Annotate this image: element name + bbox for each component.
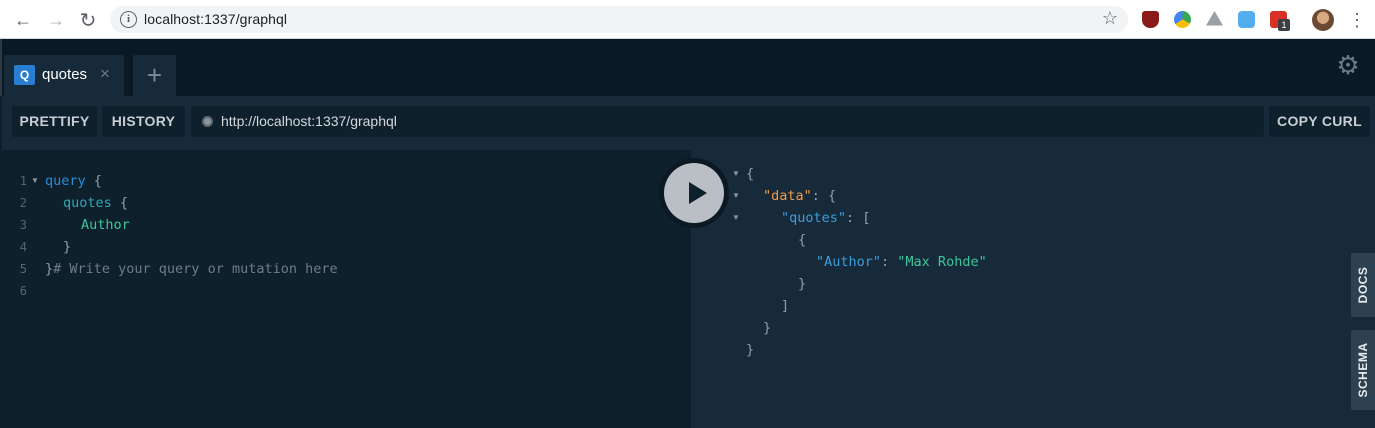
brace: : [ — [846, 210, 871, 226]
json-key: "quotes" — [781, 210, 847, 226]
separator: : — [881, 254, 898, 270]
badge-count: 1 — [1278, 19, 1290, 31]
copy-curl-button[interactable]: COPY CURL — [1269, 106, 1370, 137]
endpoint-url[interactable]: http://localhost:1337/graphql — [221, 113, 397, 129]
fold-arrow-icon[interactable]: ▼ — [732, 163, 740, 185]
docs-label: DOCS — [1356, 266, 1370, 304]
prettify-button[interactable]: PRETTIFY — [12, 106, 97, 137]
fold-arrow-icon[interactable]: ▼ — [732, 207, 740, 229]
result-line: } — [798, 273, 806, 295]
code-line-5: }# Write your query or mutation here — [45, 258, 338, 280]
brace: : { — [811, 188, 837, 204]
line-number: 6 — [19, 284, 27, 298]
result-line: "Author": "Max Rohde" — [816, 251, 987, 273]
schema-label: SCHEMA — [1356, 342, 1370, 398]
brace: { — [798, 232, 807, 248]
execute-query-button[interactable] — [659, 158, 729, 228]
json-key: "Author" — [816, 254, 882, 270]
code-line-4: } — [63, 236, 71, 258]
brace: { — [85, 173, 102, 189]
gear-icon[interactable]: ⚙ — [1336, 52, 1360, 78]
profile-avatar[interactable] — [1312, 9, 1334, 31]
brace: { — [746, 166, 755, 182]
field-name: quotes — [63, 195, 112, 211]
brace: } — [763, 320, 772, 336]
comment: # Write your query or mutation here — [53, 261, 338, 277]
close-icon[interactable]: × — [100, 64, 110, 84]
result-line: "quotes": [ — [781, 207, 870, 229]
docs-tab[interactable]: DOCS — [1351, 253, 1375, 317]
brace: } — [798, 276, 807, 292]
sync-icon[interactable] — [1174, 11, 1191, 28]
tab-label: quotes — [42, 66, 88, 83]
reload-icon[interactable]: ↻ — [76, 8, 100, 32]
editor-toolbar: PRETTIFY HISTORY http://localhost:1337/g… — [2, 96, 1375, 150]
tab-quotes[interactable]: Q quotes × — [4, 55, 124, 96]
brace: } — [45, 261, 54, 277]
query-badge-icon: Q — [14, 65, 35, 85]
address-bar[interactable]: i localhost:1337/graphql ☆ — [110, 6, 1128, 33]
schema-tab[interactable]: SCHEMA — [1351, 330, 1375, 410]
line-number: 3 — [19, 218, 27, 232]
result-line: ] — [781, 295, 789, 317]
status-dot-icon — [202, 116, 213, 127]
endpoint-input[interactable]: http://localhost:1337/graphql — [191, 106, 1264, 137]
result-line: { — [746, 163, 754, 185]
code-line-1: query { — [45, 170, 102, 192]
code-line-3: Author — [81, 214, 130, 236]
json-key: "data" — [763, 188, 812, 204]
forward-icon[interactable]: → — [44, 8, 68, 32]
drive-icon[interactable] — [1206, 11, 1223, 26]
result-line: } — [763, 317, 771, 339]
browser-menu-icon[interactable]: ⋮ — [1345, 8, 1369, 32]
playground-tab-bar: Q quotes × + ⚙ — [0, 39, 1375, 96]
line-number: 4 — [19, 240, 27, 254]
line-number: 2 — [19, 196, 27, 210]
result-line: "data": { — [763, 185, 836, 207]
bracket: ] — [781, 298, 790, 314]
site-info-icon[interactable]: i — [120, 11, 137, 28]
result-viewer[interactable]: ▼ { ▼ "data": { ▼ "quotes": [ { "Author"… — [691, 150, 1375, 428]
add-tab-icon[interactable]: + — [133, 55, 176, 96]
address-url[interactable]: localhost:1337/graphql — [144, 11, 287, 27]
history-button[interactable]: HISTORY — [102, 106, 185, 137]
result-line: { — [798, 229, 806, 251]
query-keyword: query — [45, 173, 86, 189]
browser-toolbar: ← → ↻ i localhost:1337/graphql ☆ 1 ⋮ — [0, 0, 1375, 39]
line-number: 5 — [19, 262, 27, 276]
ublock-icon[interactable] — [1142, 11, 1159, 28]
brace: } — [63, 239, 72, 255]
play-icon — [689, 182, 707, 204]
brace: } — [746, 342, 755, 358]
twitter-icon[interactable] — [1238, 11, 1255, 28]
json-string-value: "Max Rohde" — [897, 254, 987, 270]
fold-arrow-icon[interactable]: ▼ — [31, 170, 39, 192]
brace: { — [111, 195, 129, 211]
result-line: } — [746, 339, 754, 361]
line-number: 1 — [19, 174, 27, 188]
field-name: Author — [81, 217, 130, 233]
bookmark-star-icon[interactable]: ☆ — [1102, 8, 1118, 29]
code-line-2: quotes { — [63, 192, 128, 214]
fold-arrow-icon[interactable]: ▼ — [732, 185, 740, 207]
execute-button-face[interactable] — [664, 163, 724, 223]
query-editor[interactable]: 1 ▼ query { 2 quotes { 3 Author 4 } 5 }#… — [2, 150, 691, 428]
back-icon[interactable]: ← — [11, 8, 35, 32]
notification-badge-icon[interactable]: 1 — [1270, 11, 1290, 31]
